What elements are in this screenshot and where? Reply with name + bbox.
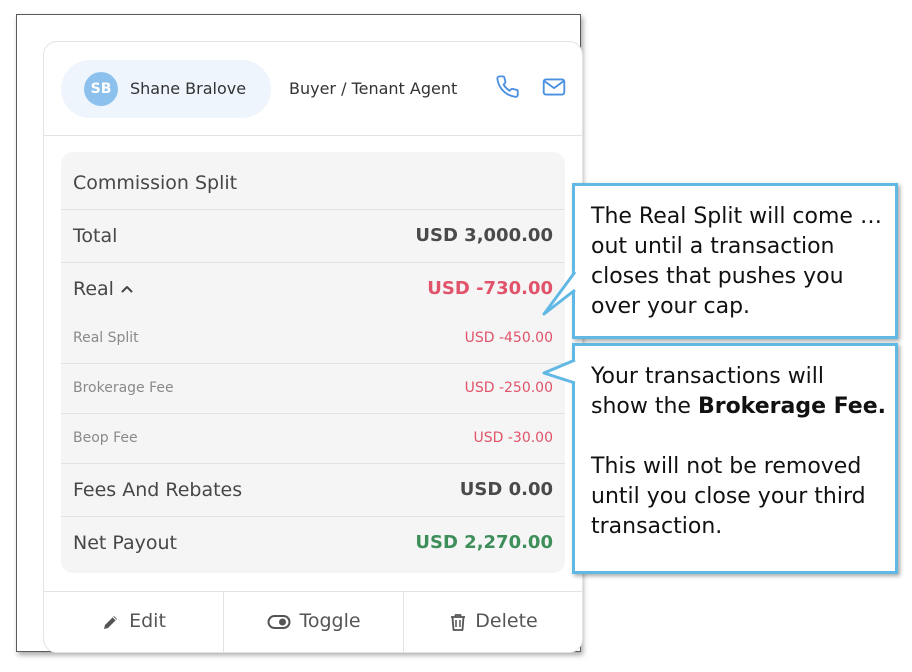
real-split-value: USD -450.00	[464, 330, 553, 346]
net-payout-value: USD 2,270.00	[415, 532, 553, 553]
total-value: USD 3,000.00	[415, 225, 553, 246]
agent-chip[interactable]: SB Shane Bralove	[61, 60, 271, 118]
real-split-callout: The Real Split will come …out until a tr…	[572, 183, 898, 339]
brokerage-fee-callout-emphasis: Brokerage Fee.	[697, 394, 887, 419]
beop-fee-row: Beop Fee USD -30.00	[61, 414, 565, 464]
brokerage-fee-callout-text: Your transactions will show the Brokerag…	[591, 362, 887, 422]
screenshot-frame: SB Shane Bralove Buyer / Tenant Agent Co…	[16, 14, 583, 653]
net-payout-row: Net Payout USD 2,270.00	[61, 517, 565, 573]
commission-split-panel: Commission Split Total USD 3,000.00 Real…	[61, 152, 565, 573]
brokerage-fee-callout-note: This will not be removed until you close…	[591, 454, 866, 539]
agent-role: Buyer / Tenant Agent	[289, 79, 458, 98]
brokerage-fee-callout-pointer	[542, 358, 576, 385]
real-split-callout-text: The Real Split will come …out until a tr…	[591, 204, 882, 319]
total-label: Total	[73, 225, 118, 247]
chevron-up-icon[interactable]	[120, 279, 134, 301]
brokerage-fee-label: Brokerage Fee	[73, 380, 174, 396]
toggle-label: Toggle	[299, 610, 361, 632]
real-split-label: Real Split	[73, 330, 139, 346]
mail-icon[interactable]	[541, 74, 567, 100]
edit-button[interactable]: Edit	[44, 592, 223, 653]
agent-name: Shane Bralove	[130, 79, 247, 98]
pencil-icon	[104, 615, 118, 629]
brokerage-fee-callout: Your transactions will show the Brokerag…	[572, 343, 898, 574]
total-row: Total USD 3,000.00	[61, 210, 565, 263]
delete-label: Delete	[475, 610, 538, 632]
fees-rebates-label: Fees And Rebates	[73, 479, 243, 501]
toggle-button[interactable]: Toggle	[223, 592, 404, 653]
real-row[interactable]: Real USD -730.00	[61, 263, 565, 313]
real-value: USD -730.00	[427, 278, 553, 299]
fees-rebates-row: Fees And Rebates USD 0.00	[61, 464, 565, 517]
brokerage-fee-row: Brokerage Fee USD -250.00	[61, 364, 565, 414]
commission-split-heading: Commission Split	[73, 172, 238, 194]
trash-icon	[451, 613, 466, 631]
net-payout-label: Net Payout	[73, 532, 177, 554]
beop-fee-label: Beop Fee	[73, 430, 138, 446]
real-label: Real	[73, 278, 114, 300]
phone-icon[interactable]	[495, 74, 521, 100]
commission-split-heading-row: Commission Split	[61, 152, 565, 210]
agent-commission-card: SB Shane Bralove Buyer / Tenant Agent Co…	[43, 41, 583, 653]
card-header: SB Shane Bralove Buyer / Tenant Agent	[44, 42, 582, 136]
real-split-callout-pointer	[542, 271, 577, 316]
delete-button[interactable]: Delete	[403, 592, 583, 653]
real-split-row: Real Split USD -450.00	[61, 314, 565, 364]
beop-fee-value: USD -30.00	[473, 430, 554, 446]
edit-label: Edit	[129, 610, 166, 632]
avatar: SB	[84, 72, 118, 106]
toggle-icon	[267, 614, 291, 629]
card-actions: Edit Toggle Delete	[44, 591, 582, 653]
fees-rebates-value: USD 0.00	[459, 479, 553, 500]
